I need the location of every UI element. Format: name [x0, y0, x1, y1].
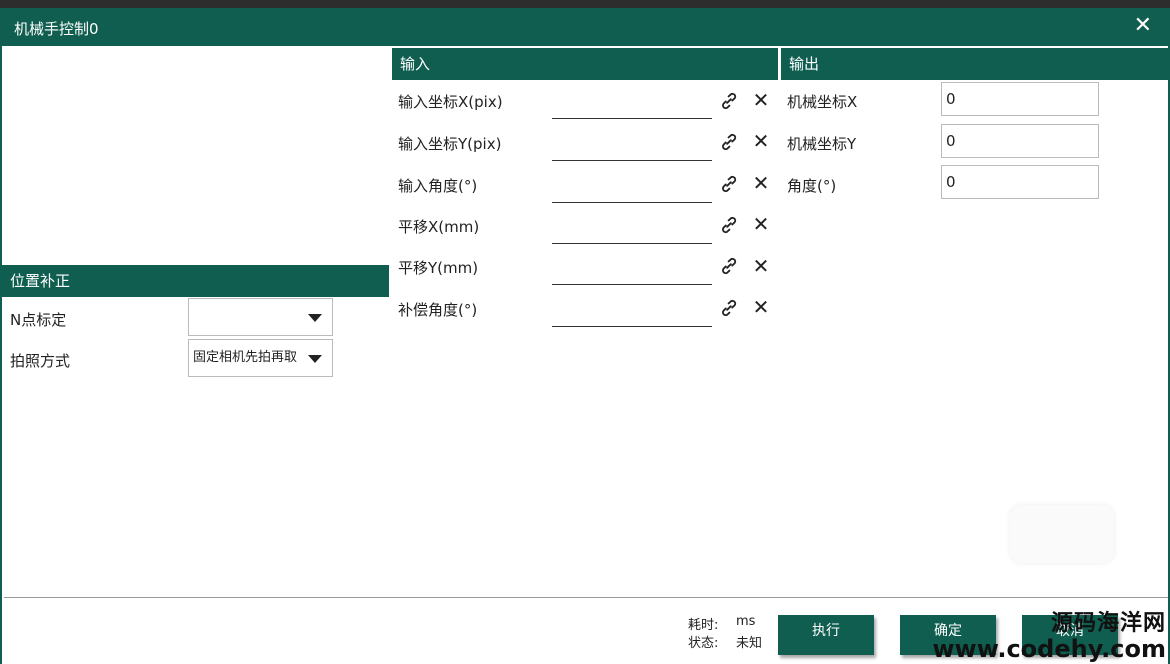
triangle-down-icon	[308, 314, 322, 322]
position-section-header: 位置补正	[2, 265, 389, 297]
capture-mode-dropdown[interactable]: 固定相机先拍再取	[188, 339, 333, 377]
capture-mode-value: 固定相机先拍再取	[193, 350, 298, 365]
output-label-angle: 角度(°)	[787, 177, 837, 195]
link-icon[interactable]	[718, 173, 740, 195]
output-label-x: 机械坐标X	[787, 93, 858, 111]
title-bar: 机械手控制0 ✕	[0, 8, 1170, 46]
execute-button[interactable]: 执行	[778, 615, 874, 655]
watermark-line1: 源码海洋网	[1050, 611, 1166, 636]
dialog-window: 机械手控制0 ✕ 输入 输入坐标X(pix) ✕ 输入坐标Y(pix) ✕ 输入…	[0, 0, 1170, 664]
state-label: 状态:	[688, 636, 719, 651]
capture-mode-label: 拍照方式	[10, 352, 71, 370]
watermark-line2: www.codehy.com	[932, 635, 1166, 663]
input-field-shift-x[interactable]	[552, 213, 712, 244]
link-icon[interactable]	[718, 131, 740, 153]
input-field-x[interactable]	[552, 88, 712, 119]
input-label-shift-y: 平移Y(mm)	[398, 259, 479, 277]
output-field-y[interactable]: 0	[941, 124, 1099, 158]
n-point-dropdown[interactable]	[188, 298, 333, 336]
left-border	[0, 46, 2, 664]
ghost-panel	[1010, 505, 1114, 563]
link-icon[interactable]	[718, 214, 740, 236]
top-strip	[0, 0, 1170, 8]
watermark: 源码海洋网 www.codehy.com	[932, 605, 1166, 661]
state-value: 未知	[736, 636, 763, 651]
input-field-y[interactable]	[552, 130, 712, 161]
close-icon[interactable]: ✕	[1134, 13, 1152, 38]
input-label-y: 输入坐标Y(pix)	[398, 135, 502, 153]
input-label-shift-x: 平移X(mm)	[398, 218, 480, 236]
triangle-down-icon	[308, 355, 322, 363]
clear-icon[interactable]: ✕	[751, 255, 771, 277]
input-section-header: 输入	[392, 48, 778, 80]
clear-icon[interactable]: ✕	[751, 213, 771, 235]
window-title: 机械手控制0	[14, 20, 99, 38]
output-section-header: 输出	[781, 48, 1170, 80]
clear-icon[interactable]: ✕	[751, 89, 771, 111]
input-field-comp-angle[interactable]	[552, 296, 712, 327]
input-field-angle[interactable]	[552, 172, 712, 203]
output-label-y: 机械坐标Y	[787, 135, 857, 153]
link-icon[interactable]	[718, 90, 740, 112]
input-label-x: 输入坐标X(pix)	[398, 93, 503, 111]
n-point-label: N点标定	[10, 311, 67, 329]
bottom-divider	[4, 597, 1168, 598]
output-field-x[interactable]: 0	[941, 82, 1099, 116]
time-value: ms	[736, 614, 756, 629]
clear-icon[interactable]: ✕	[751, 130, 771, 152]
link-icon[interactable]	[718, 297, 740, 319]
input-label-angle: 输入角度(°)	[398, 177, 478, 195]
clear-icon[interactable]: ✕	[751, 296, 771, 318]
input-label-comp-angle: 补偿角度(°)	[398, 301, 478, 319]
output-field-angle[interactable]: 0	[941, 165, 1099, 199]
link-icon[interactable]	[718, 255, 740, 277]
input-field-shift-y[interactable]	[552, 254, 712, 285]
time-label: 耗时:	[688, 618, 719, 633]
clear-icon[interactable]: ✕	[751, 172, 771, 194]
